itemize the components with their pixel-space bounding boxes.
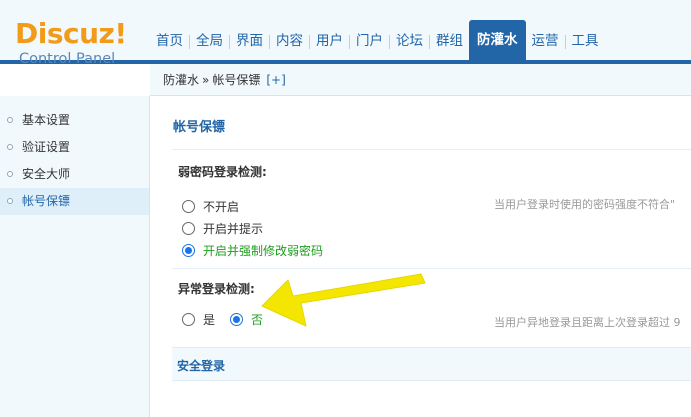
weak-password-title: 弱密码登录检测:: [178, 165, 267, 179]
add-shortcut-link[interactable]: [+]: [266, 73, 285, 87]
logo-main: Discuz!: [15, 17, 127, 50]
nav-interface[interactable]: 界面: [230, 24, 269, 60]
weak-password-option-off[interactable]: 不开启: [182, 198, 239, 215]
abnormal-login-option-no[interactable]: 否: [230, 311, 263, 328]
divider: [172, 149, 691, 150]
sidebar-item-verification[interactable]: 验证设置: [0, 134, 149, 161]
breadcrumb-page: 帐号保镖: [212, 73, 261, 87]
radio-checked-icon: [230, 313, 243, 326]
weak-password-option-prompt[interactable]: 开启并提示: [182, 220, 263, 237]
sidebar: 基本设置 验证设置 安全大师 帐号保镖: [0, 96, 150, 417]
breadcrumb-section[interactable]: 防灌水: [163, 73, 199, 87]
nav-groups[interactable]: 群组: [430, 24, 469, 60]
nav-users[interactable]: 用户: [310, 24, 349, 60]
nav-anti-spam[interactable]: 防灌水: [469, 20, 526, 60]
bullet-icon: [7, 198, 13, 204]
radio-checked-icon: [182, 244, 195, 257]
breadcrumb-separator: »: [202, 73, 210, 87]
sidebar-item-basic-settings[interactable]: 基本设置: [0, 107, 149, 134]
page-title: 帐号保镖: [173, 120, 226, 135]
nav-tools[interactable]: 工具: [566, 24, 605, 60]
nav-home[interactable]: 首页: [150, 24, 189, 60]
sidebar-item-label: 安全大师: [22, 167, 71, 181]
nav-portal[interactable]: 门户: [350, 24, 389, 60]
nav-content[interactable]: 内容: [270, 24, 309, 60]
divider: [172, 268, 691, 269]
sidebar-item-security-master[interactable]: 安全大师: [0, 161, 149, 188]
main-content: 帐号保镖 弱密码登录检测: 不开启 开启并提示 开启并强制修改弱密码 当用户登录…: [150, 97, 691, 417]
bullet-icon: [7, 171, 13, 177]
breadcrumb: 防灌水» 帐号保镖 [+]: [150, 64, 691, 96]
logo[interactable]: Discuz! Control Panel: [15, 17, 145, 68]
nav-operations[interactable]: 运营: [526, 24, 565, 60]
sidebar-item-label: 验证设置: [22, 140, 71, 154]
secure-login-section[interactable]: 安全登录: [172, 347, 691, 381]
header: Discuz! Control Panel 首页 全局 界面 内容 用户 门户 …: [0, 0, 691, 68]
weak-password-tip: 当用户登录时使用的密码强度不符合": [494, 198, 676, 211]
abnormal-login-title: 异常登录检测:: [178, 282, 255, 296]
sidebar-item-label: 基本设置: [22, 113, 71, 127]
weak-password-option-force[interactable]: 开启并强制修改弱密码: [182, 242, 323, 259]
logo-subtitle: Control Panel: [19, 51, 116, 67]
secure-login-title: 安全登录: [177, 359, 226, 373]
top-nav: 首页 全局 界面 内容 用户 门户 论坛 群组 防灌水 运营 工具: [150, 20, 605, 60]
nav-global[interactable]: 全局: [190, 24, 229, 60]
bullet-icon: [7, 144, 13, 150]
abnormal-login-tip: 当用户异地登录且距离上次登录超过 9: [494, 316, 681, 329]
radio-icon: [182, 200, 195, 213]
abnormal-login-option-yes[interactable]: 是: [182, 311, 215, 328]
radio-icon: [182, 313, 195, 326]
nav-forum[interactable]: 论坛: [390, 24, 429, 60]
sidebar-item-label: 帐号保镖: [22, 194, 71, 208]
bullet-icon: [7, 117, 13, 123]
radio-icon: [182, 222, 195, 235]
sidebar-item-account-guard[interactable]: 帐号保镖: [0, 188, 149, 215]
